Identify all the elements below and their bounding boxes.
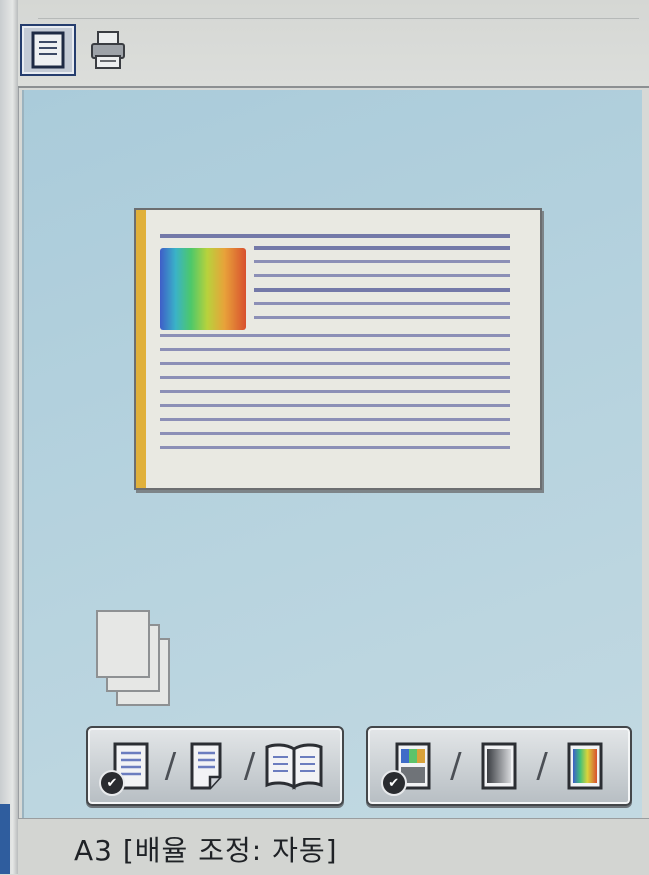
printer-view-icon xyxy=(91,31,125,69)
printer-view-button[interactable] xyxy=(80,24,136,76)
text-line xyxy=(160,362,510,365)
page-preview-icon xyxy=(31,31,65,69)
booklet-icon xyxy=(265,743,323,790)
separator: / xyxy=(536,746,548,786)
gradient-image-thumbnail xyxy=(160,248,246,330)
booklet-option[interactable] xyxy=(263,738,325,794)
text-line xyxy=(160,446,510,449)
text-line xyxy=(254,302,510,305)
page-layout-group: ✔ / / xyxy=(86,726,344,806)
toolbar-divider xyxy=(38,18,639,19)
print-preview-area: ✔ / / ✔ / / xyxy=(22,90,642,818)
preview-page xyxy=(134,208,542,490)
text-line xyxy=(160,348,510,351)
binding-edge xyxy=(136,210,146,488)
page-preview-button[interactable] xyxy=(20,24,76,76)
separator: / xyxy=(164,746,177,786)
grayscale-icon xyxy=(481,742,517,790)
text-line xyxy=(254,260,510,263)
grayscale-option[interactable] xyxy=(473,738,525,794)
text-line xyxy=(160,404,510,407)
window-left-edge xyxy=(0,0,19,874)
taskbar-edge xyxy=(0,804,10,874)
separator: / xyxy=(450,746,462,786)
text-line xyxy=(160,432,510,435)
text-line xyxy=(160,418,510,421)
text-line xyxy=(160,390,510,393)
auto-color-option[interactable]: ✔ xyxy=(380,738,439,796)
text-line xyxy=(254,316,510,319)
text-line xyxy=(160,234,510,238)
full-color-option[interactable] xyxy=(559,738,611,794)
view-toolbar xyxy=(18,0,649,88)
paper-size-status: A3 [배율 조정: 자동] xyxy=(74,834,338,867)
text-line xyxy=(160,334,510,337)
copies-stack-icon xyxy=(96,610,186,710)
double-sided-icon xyxy=(190,742,222,790)
text-line xyxy=(254,246,510,250)
check-icon: ✔ xyxy=(380,770,407,796)
color-mode-group: ✔ / / xyxy=(366,726,632,806)
status-bar: A3 [배율 조정: 자동] xyxy=(18,818,649,875)
text-line xyxy=(254,274,510,277)
double-sided-option[interactable] xyxy=(184,738,236,794)
full-color-icon xyxy=(567,742,603,790)
text-line xyxy=(254,288,510,292)
check-icon: ✔ xyxy=(98,770,125,796)
toolbar-bottom-border xyxy=(18,86,649,88)
text-line xyxy=(160,376,510,379)
separator: / xyxy=(243,746,256,786)
single-sided-option[interactable]: ✔ xyxy=(98,738,157,796)
sheet xyxy=(96,610,150,678)
